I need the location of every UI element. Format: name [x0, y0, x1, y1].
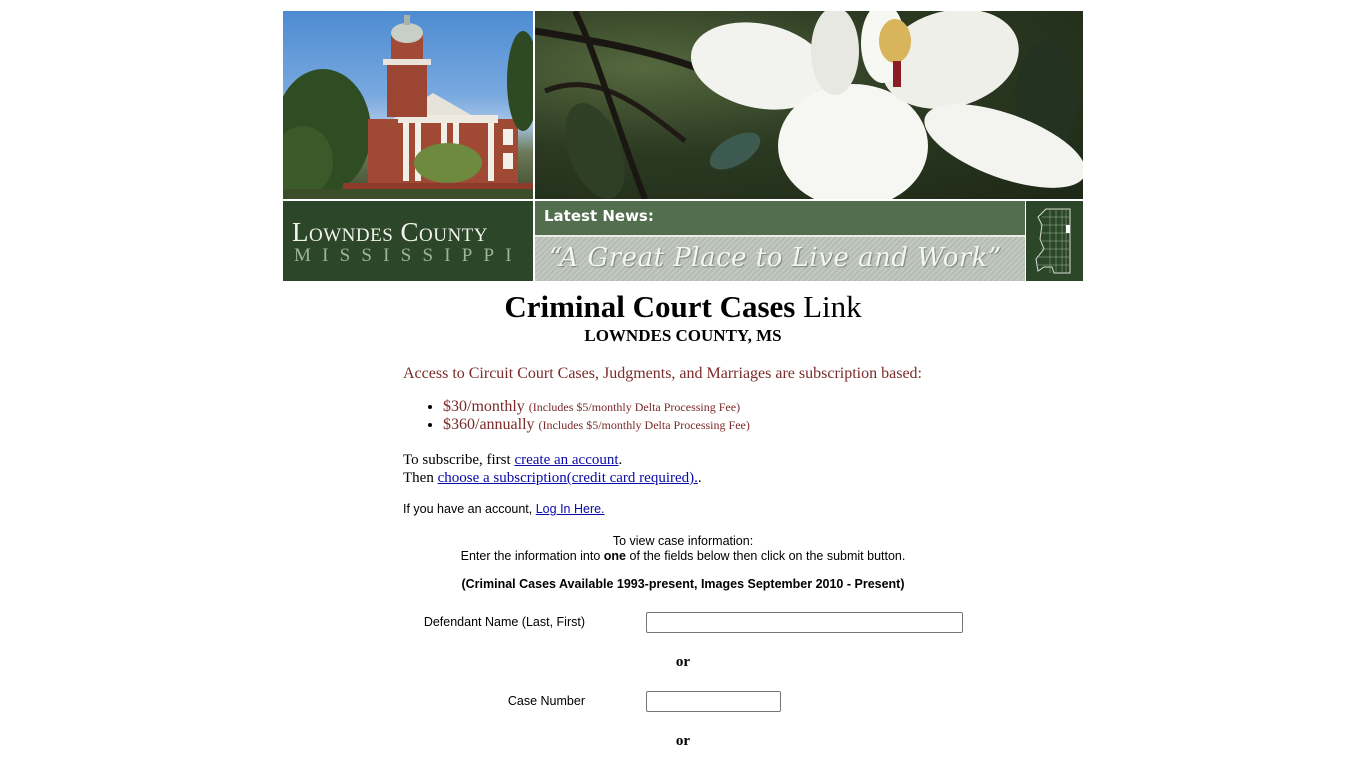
mississippi-map-panel	[1026, 201, 1083, 281]
subscription-intro: Access to Circuit Court Cases, Judgments…	[403, 365, 922, 382]
case-number-input[interactable]	[646, 691, 781, 712]
login-prefix: If you have an account,	[403, 502, 536, 516]
search-instructions: To view case information: Enter the info…	[283, 534, 1083, 564]
defendant-name-input[interactable]	[646, 612, 963, 633]
plan-note: (Includes $5/monthly Delta Processing Fe…	[538, 418, 750, 432]
instructions-line-1: To view case information:	[612, 534, 754, 548]
plan-price: $30/monthly	[443, 398, 525, 415]
magnolia-illustration	[535, 11, 1083, 199]
instructions-line-2-prefix: Enter the information into	[460, 549, 604, 563]
news-title: Latest News:	[544, 207, 654, 225]
or-separator: or	[675, 733, 691, 749]
step2-suffix: .	[697, 470, 702, 486]
step1-suffix: .	[618, 452, 623, 468]
or-separator: or	[675, 654, 691, 670]
plan-annual: $360/annually (Includes $5/monthly Delta…	[443, 416, 750, 434]
latest-news-panel: Latest News: “A Great Place to Live and …	[535, 201, 1025, 281]
logo-state-name: MISSISSIPPI	[294, 245, 523, 266]
page-title-regular: Link	[803, 289, 862, 324]
plan-note: (Includes $5/monthly Delta Processing Fe…	[528, 400, 741, 414]
subscribe-instructions: To subscribe, first create an account. T…	[403, 451, 702, 487]
case-number-label: Case Number	[507, 694, 585, 708]
step2-prefix: Then	[403, 470, 438, 486]
magnolia-photo	[535, 11, 1083, 199]
page-title-bold: Criminal Court Cases	[504, 289, 796, 324]
county-logo[interactable]: Lowndes County MISSISSIPPI	[283, 201, 533, 281]
choose-subscription-link[interactable]: choose a subscription(credit card requir…	[438, 470, 698, 486]
courthouse-photo	[283, 11, 533, 199]
instructions-emphasis: one	[603, 549, 627, 563]
news-tagline-bar: “A Great Place to Live and Work”	[535, 237, 1025, 281]
instructions-line-2: Enter the information into one of the fi…	[283, 549, 1083, 564]
log-in-link[interactable]: Log In Here.	[536, 502, 605, 516]
logo-county-name: Lowndes County	[292, 217, 489, 247]
county-tagline: “A Great Place to Live and Work”	[549, 243, 1002, 273]
page-subtitle: LOWNDES COUNTY, MS	[584, 326, 782, 345]
create-account-link[interactable]: create an account	[514, 452, 618, 468]
defendant-name-label: Defendant Name (Last, First)	[423, 615, 585, 629]
site-banner: Lowndes County MISSISSIPPI Latest News: …	[283, 11, 1083, 281]
plan-monthly: $30/monthly (Includes $5/monthly Delta P…	[443, 398, 750, 416]
courthouse-illustration	[283, 15, 533, 199]
step1-prefix: To subscribe, first	[403, 452, 515, 468]
instructions-line-2-suffix: of the fields below then click on the su…	[626, 549, 906, 563]
login-prompt: If you have an account, Log In Here.	[403, 502, 605, 516]
lowndes-county-highlight	[1066, 225, 1070, 233]
page-title: Criminal Court Cases Link	[283, 289, 1083, 325]
subscription-plan-list: $30/monthly (Includes $5/monthly Delta P…	[403, 398, 750, 434]
plan-price: $360/annually	[443, 416, 535, 433]
news-title-bar: Latest News:	[535, 201, 1025, 237]
availability-note: (Criminal Cases Available 1993-present, …	[461, 577, 905, 591]
mississippi-county-map-icon	[1035, 208, 1071, 274]
